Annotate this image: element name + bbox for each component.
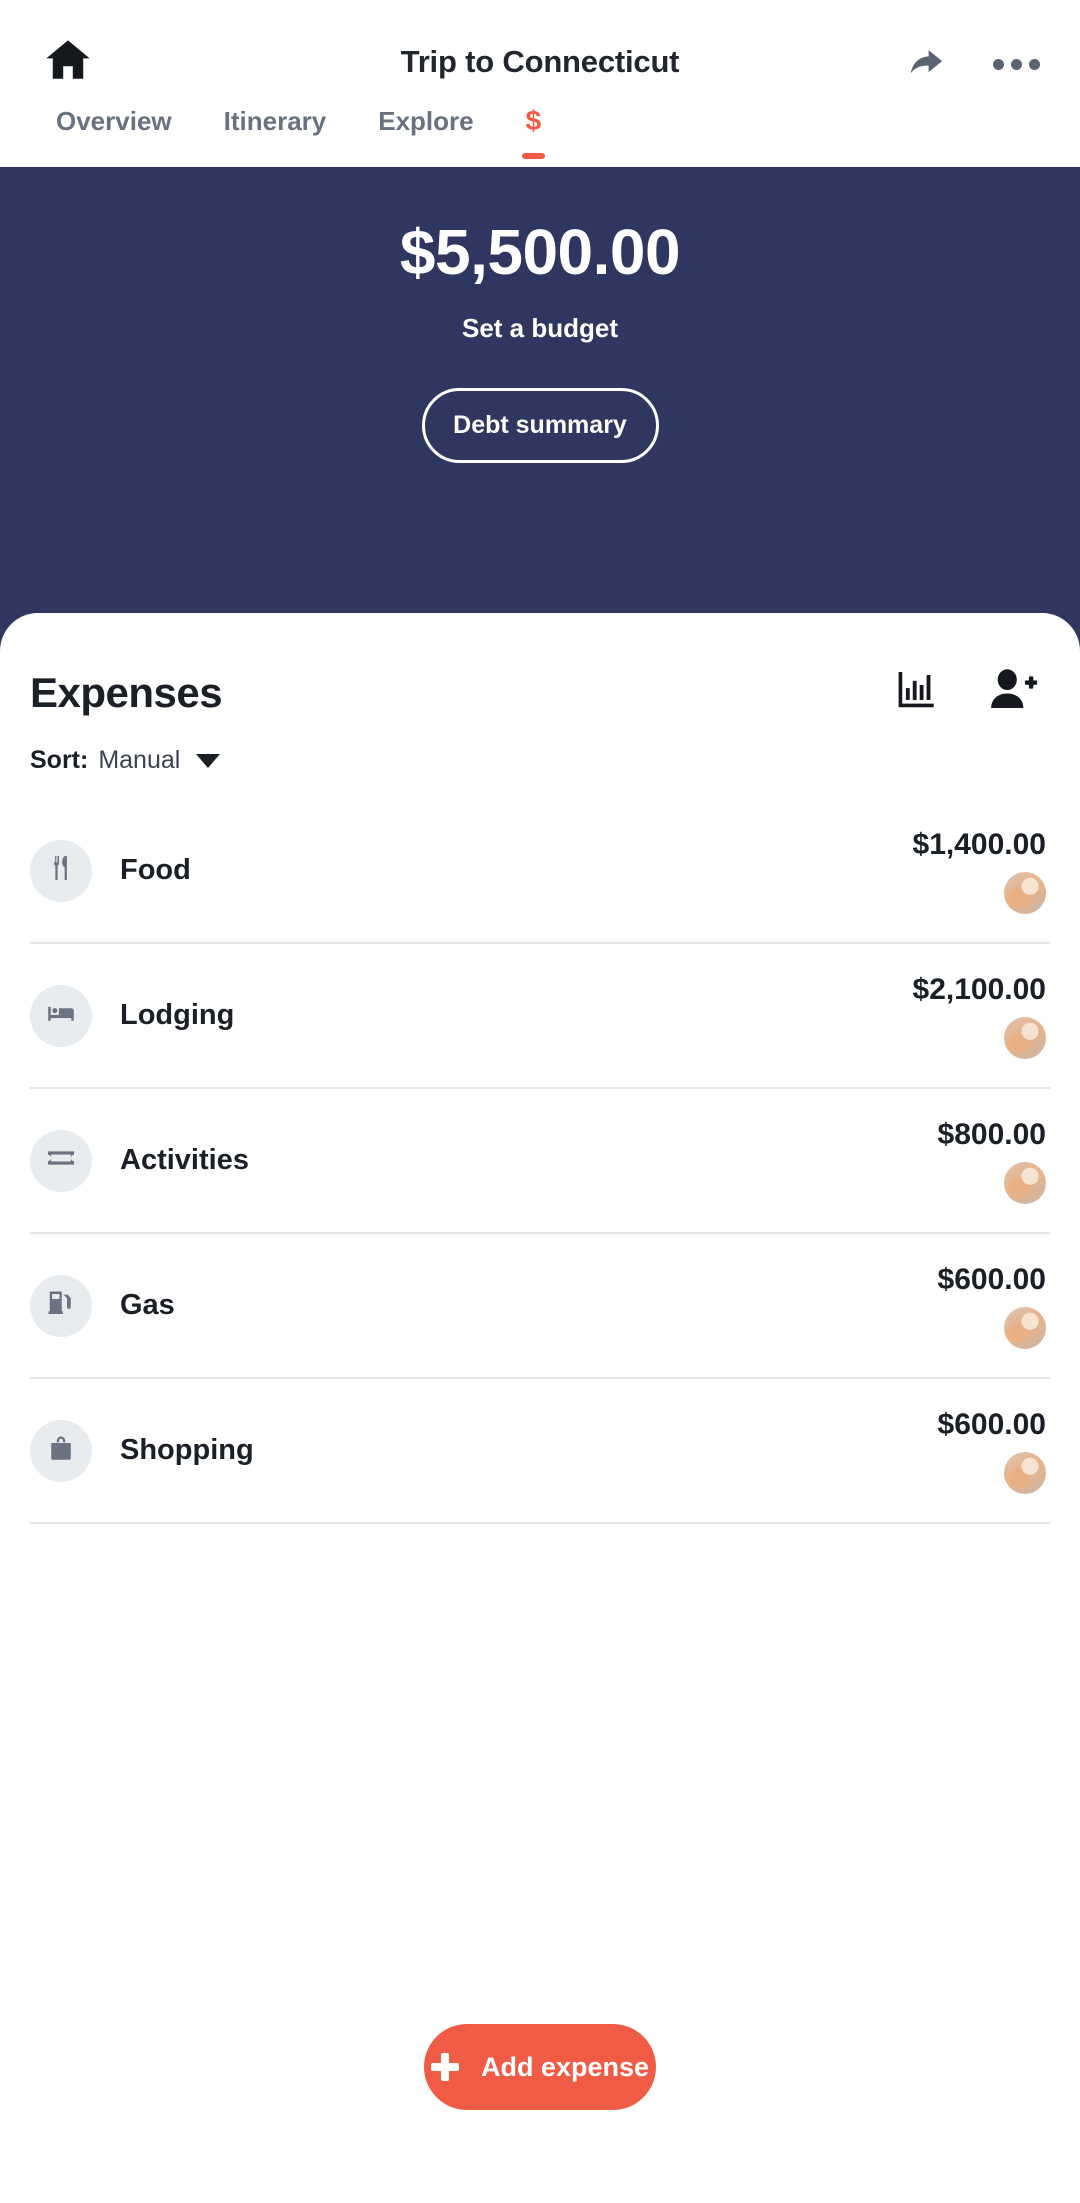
expense-amount: $1,400.00 [912, 827, 1046, 861]
tab-explore[interactable]: Explore [352, 105, 499, 137]
expense-amount: $800.00 [937, 1117, 1046, 1151]
share-icon [904, 41, 948, 88]
tab-bar: Overview Itinerary Explore $ [0, 105, 1080, 167]
expense-row-left: Gas [30, 1274, 175, 1337]
sort-label: Sort: [30, 746, 89, 774]
tab-itinerary[interactable]: Itinerary [198, 105, 353, 137]
expense-amount: $600.00 [937, 1407, 1046, 1441]
expenses-title: Expenses [30, 668, 223, 716]
add-expense-label: Add expense [480, 2051, 650, 2082]
more-options-icon [992, 58, 1004, 70]
expense-row-left: Activities [30, 1129, 249, 1192]
expense-row-right: $800.00 [938, 1089, 1046, 1232]
category-icon-wrap [30, 839, 92, 902]
expense-category-name: Lodging [120, 999, 235, 1031]
tab-label: $ [525, 105, 542, 136]
debt-summary-button[interactable]: Debt summary [421, 388, 659, 463]
table-row[interactable]: Lodging $2,100.00 [30, 944, 1050, 1089]
avatar[interactable] [1004, 871, 1046, 914]
table-row[interactable]: Activities $800.00 [30, 1089, 1050, 1234]
category-icon-wrap [30, 1419, 92, 1482]
add-expense-button[interactable]: Add expense [424, 2024, 656, 2110]
expense-list: Food $1,400.00 Lodging $2,100.00 Activit… [30, 799, 1050, 1524]
tab-label: Explore [378, 106, 474, 136]
expense-amount: $2,100.00 [912, 972, 1046, 1006]
more-options-icon [1010, 58, 1022, 70]
expense-row-left: Lodging [30, 984, 235, 1047]
expense-row-right: $600.00 [938, 1234, 1046, 1377]
tab-overview[interactable]: Overview [30, 105, 198, 137]
budget-hero: $5,500.00 Set a budget Debt summary [0, 167, 1080, 687]
bed-icon [45, 997, 77, 1034]
expense-row-left: Shopping [30, 1419, 254, 1482]
avatar[interactable] [1004, 1161, 1046, 1204]
more-options-button[interactable] [987, 50, 1045, 78]
fuel-pump-icon [46, 1288, 76, 1323]
shopping-bag-icon [46, 1433, 76, 1468]
set-budget-link[interactable]: Set a budget [462, 313, 618, 344]
sort-value: Manual [98, 746, 181, 774]
avatar[interactable] [1004, 1016, 1046, 1059]
share-button[interactable] [903, 42, 949, 86]
add-expense-container: Add expense [0, 2024, 1080, 2110]
category-icon-wrap [30, 984, 92, 1047]
tab-label: Itinerary [223, 106, 327, 136]
ticket-icon [45, 1142, 77, 1179]
expenses-card-actions [894, 667, 1050, 718]
expenses-screen: Trip to Connecticut Overview Itinerary E… [0, 0, 1080, 2203]
add-person-button[interactable] [988, 667, 1038, 718]
expense-row-left: Food [30, 839, 191, 902]
expense-row-right: $1,400.00 [913, 799, 1046, 942]
expenses-card: Expenses Sort: Manual Food $1,400.00 Lod… [0, 613, 1080, 2203]
more-options-icon [1028, 58, 1040, 70]
table-row[interactable]: Gas $600.00 [30, 1234, 1050, 1379]
expense-category-name: Activities [120, 1144, 249, 1176]
avatar[interactable] [1004, 1306, 1046, 1349]
app-header: Trip to Connecticut [0, 0, 1080, 105]
table-row[interactable]: Food $1,400.00 [30, 799, 1050, 944]
expense-amount: $600.00 [937, 1262, 1046, 1296]
plus-icon [430, 2053, 459, 2081]
chevron-down-icon [196, 753, 221, 768]
expenses-card-header: Expenses [30, 613, 1050, 718]
expense-category-name: Gas [120, 1289, 175, 1321]
budget-amount: $5,500.00 [399, 216, 681, 288]
expense-row-right: $2,100.00 [913, 944, 1046, 1087]
chart-button[interactable] [894, 667, 940, 718]
table-row[interactable]: Shopping $600.00 [30, 1379, 1050, 1524]
tab-expenses[interactable]: $ [500, 105, 568, 159]
expense-row-right: $600.00 [938, 1379, 1046, 1522]
add-person-icon [988, 667, 1038, 718]
tab-active-indicator [521, 153, 546, 159]
category-icon-wrap [30, 1274, 92, 1337]
expense-category-name: Food [120, 854, 191, 886]
bar-chart-icon [894, 667, 940, 718]
avatar[interactable] [1004, 1451, 1046, 1494]
expense-category-name: Shopping [120, 1434, 254, 1466]
cutlery-icon [46, 853, 76, 888]
category-icon-wrap [30, 1129, 92, 1192]
tab-label: Overview [56, 106, 172, 136]
sort-control[interactable]: Sort: Manual [30, 746, 1050, 775]
